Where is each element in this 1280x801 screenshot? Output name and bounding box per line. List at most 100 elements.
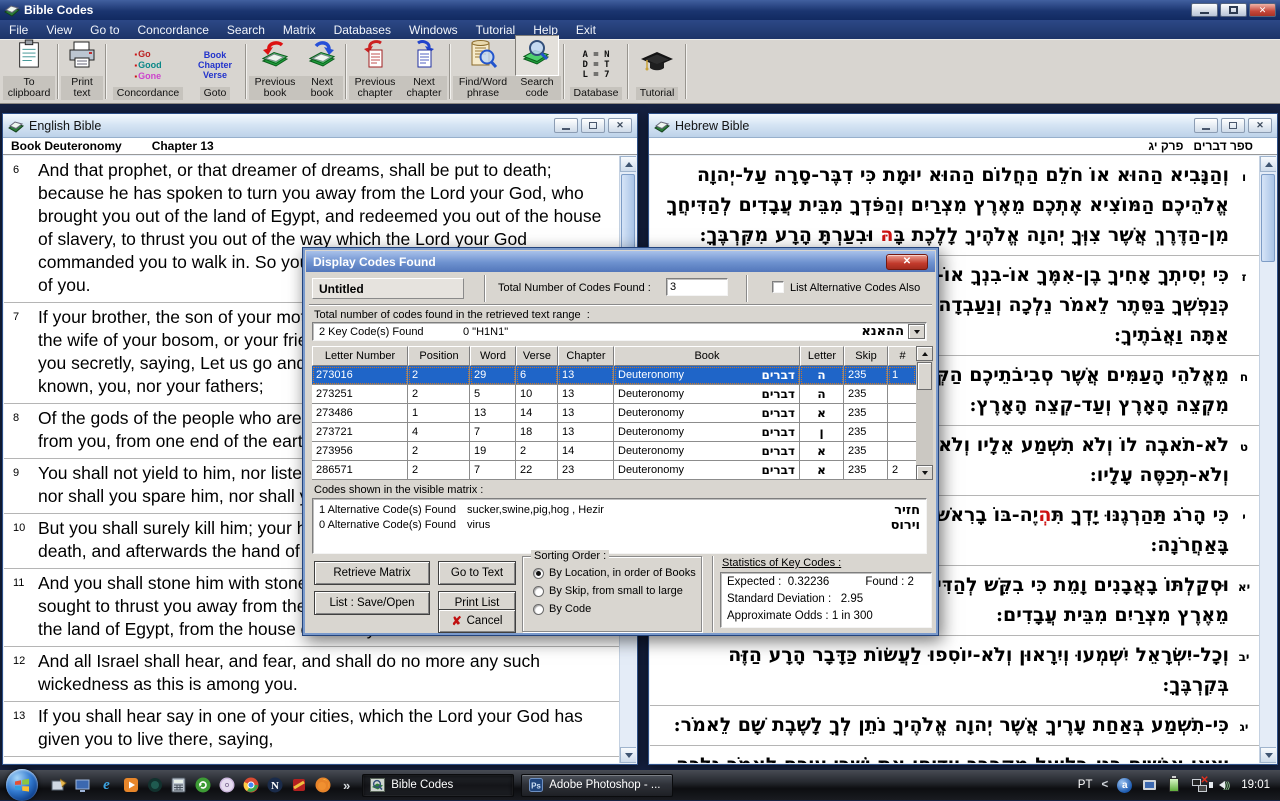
display-icon[interactable]: [1141, 778, 1157, 792]
menu-goto[interactable]: Go to: [81, 23, 128, 37]
col-letter[interactable]: Letter: [800, 346, 844, 366]
firefox-icon[interactable]: [314, 777, 331, 794]
scroll-thumb[interactable]: [1261, 174, 1275, 262]
minimize-button[interactable]: [1194, 118, 1218, 133]
table-row[interactable]: 286571 2 7 22 23 Deuteronomy דברים א 235 2: [312, 461, 933, 480]
total-codes-input[interactable]: [666, 278, 728, 296]
table-scrollbar[interactable]: [916, 346, 933, 480]
hebrew-verse-13: יג כִּי-תִשְׁמַע בְּאַחַת עָרֶיךָ אֲשֶׁר …: [650, 706, 1259, 746]
col-skip[interactable]: Skip: [844, 346, 888, 366]
battery-icon[interactable]: [1166, 776, 1182, 792]
disc-icon[interactable]: [218, 777, 235, 794]
restore-button[interactable]: [581, 118, 605, 133]
col-book[interactable]: Book: [614, 346, 800, 366]
menu-concordance[interactable]: Concordance: [129, 23, 218, 37]
calculator-icon[interactable]: [170, 777, 187, 794]
retrieve-matrix-button[interactable]: Retrieve Matrix: [314, 561, 430, 585]
media-player-icon[interactable]: [122, 777, 139, 794]
app-maximize-button[interactable]: [1220, 3, 1247, 17]
close-button[interactable]: ✕: [608, 118, 632, 133]
codes-found-combobox[interactable]: 2 Key Code(s) Found 0 "H1N1" ההאנא: [312, 322, 927, 341]
radio-by-location[interactable]: By Location, in order of Books: [533, 567, 696, 579]
app-close-button[interactable]: ✕: [1249, 3, 1276, 17]
table-row[interactable]: 273251 2 5 10 13 Deuteronomy דברים ה 235: [312, 385, 933, 404]
table-row[interactable]: 273721 4 7 18 13 Deuteronomy דברים ן 235: [312, 423, 933, 442]
scroll-down-button[interactable]: [1260, 747, 1276, 763]
download-manager-icon[interactable]: [290, 777, 307, 794]
minimize-icon: [562, 128, 570, 130]
dialog-close-button[interactable]: ✕: [886, 253, 928, 270]
show-desktop-icon[interactable]: [50, 777, 67, 794]
tutorial-button[interactable]: Tutorial: [631, 40, 683, 103]
taskbar-button-photoshop[interactable]: Ps Adobe Photoshop - ...: [521, 773, 674, 797]
concordance-button[interactable]: Go Good Gone Concordance: [109, 40, 187, 103]
hebrew-scrollbar[interactable]: [1259, 156, 1276, 763]
scroll-up-button[interactable]: [620, 156, 636, 172]
dialog-titlebar[interactable]: Display Codes Found ✕: [306, 251, 935, 272]
col-letter-number[interactable]: Letter Number: [312, 346, 408, 366]
quick-launch-overflow-chevron[interactable]: »: [343, 778, 350, 793]
table-row[interactable]: 273956 2 19 2 14 Deuteronomy דברים א 235: [312, 442, 933, 461]
scroll-up-button[interactable]: [916, 346, 933, 361]
radio-by-code[interactable]: By Code: [533, 603, 591, 615]
col-verse[interactable]: Verse: [516, 346, 558, 366]
scroll-down-button[interactable]: [620, 747, 636, 763]
clock[interactable]: 19:01: [1241, 779, 1270, 791]
list-alternative-checkbox[interactable]: [772, 281, 784, 293]
internet-explorer-icon[interactable]: e: [98, 777, 115, 794]
app-minimize-button[interactable]: [1191, 3, 1218, 17]
cancel-button[interactable]: ✘ Cancel: [438, 609, 516, 633]
app-titlebar[interactable]: Bible Codes ✕: [0, 0, 1280, 20]
scroll-up-button[interactable]: [1260, 156, 1276, 172]
combobox-dropdown-button[interactable]: [908, 324, 925, 339]
toolbar-separator: [685, 44, 687, 99]
database-button[interactable]: A = N D = T L = 7 Database: [567, 40, 625, 103]
search-code-button[interactable]: Search code: [513, 35, 561, 103]
network-error-icon[interactable]: ✕: [1191, 775, 1209, 792]
menu-search[interactable]: Search: [218, 23, 274, 37]
scroll-thumb[interactable]: [917, 362, 932, 390]
menu-file[interactable]: File: [0, 23, 37, 37]
restore-button[interactable]: [1221, 118, 1245, 133]
col-position[interactable]: Position: [408, 346, 470, 366]
blue-a-icon[interactable]: a: [1117, 777, 1133, 793]
next-book-button[interactable]: Next book: [301, 40, 343, 103]
menu-exit[interactable]: Exit: [567, 23, 605, 37]
col-number[interactable]: #: [888, 346, 916, 366]
print-text-button[interactable]: Print text: [61, 40, 103, 103]
dark-app-icon[interactable]: [146, 777, 163, 794]
language-indicator[interactable]: PT: [1078, 779, 1093, 791]
go-to-text-button[interactable]: Go to Text: [438, 561, 516, 585]
close-button[interactable]: ✕: [1248, 118, 1272, 133]
switch-windows-icon[interactable]: [74, 777, 91, 794]
taskbar-button-bible-codes[interactable]: Bible Codes: [362, 773, 515, 797]
table-row[interactable]: 273016 2 29 6 13 Deuteronomy דברים ה 235 1: [312, 366, 933, 385]
menu-matrix[interactable]: Matrix: [274, 23, 325, 37]
minimize-icon: [1200, 12, 1209, 14]
goto-button[interactable]: Book Chapter Verse Goto: [187, 40, 243, 103]
netscape-icon[interactable]: N: [266, 777, 283, 794]
volume-icon[interactable]: ))): [1209, 778, 1232, 792]
next-chapter-button[interactable]: Next chapter: [401, 40, 447, 103]
menu-view[interactable]: View: [37, 23, 81, 37]
update-icon[interactable]: [194, 777, 211, 794]
menu-windows[interactable]: Windows: [400, 23, 467, 37]
previous-chapter-button[interactable]: Previous chapter: [349, 40, 401, 103]
to-clipboard-button[interactable]: To clipboard: [3, 39, 55, 103]
scroll-down-button[interactable]: [916, 465, 933, 480]
hebrew-bible-titlebar[interactable]: Hebrew Bible ✕: [649, 114, 1277, 138]
col-chapter[interactable]: Chapter: [558, 346, 614, 366]
english-bible-titlebar[interactable]: English Bible ✕: [3, 114, 637, 138]
previous-book-button[interactable]: Previous book: [249, 40, 301, 103]
chrome-icon[interactable]: [242, 777, 259, 794]
table-row[interactable]: 273486 1 13 14 13 Deuteronomy דברים א 235: [312, 404, 933, 423]
find-word-phrase-button[interactable]: Find/Word phrase: [453, 40, 513, 103]
radio-by-skip[interactable]: By Skip, from small to large: [533, 585, 683, 597]
menu-databases[interactable]: Databases: [325, 23, 400, 37]
col-word[interactable]: Word: [470, 346, 516, 366]
minimize-button[interactable]: [554, 118, 578, 133]
key-code-name: 0 "H1N1": [463, 325, 509, 338]
tray-expand-chevron[interactable]: <: [1102, 779, 1109, 791]
start-button[interactable]: [6, 769, 38, 801]
list-save-open-button[interactable]: List : Save/Open: [314, 591, 430, 615]
